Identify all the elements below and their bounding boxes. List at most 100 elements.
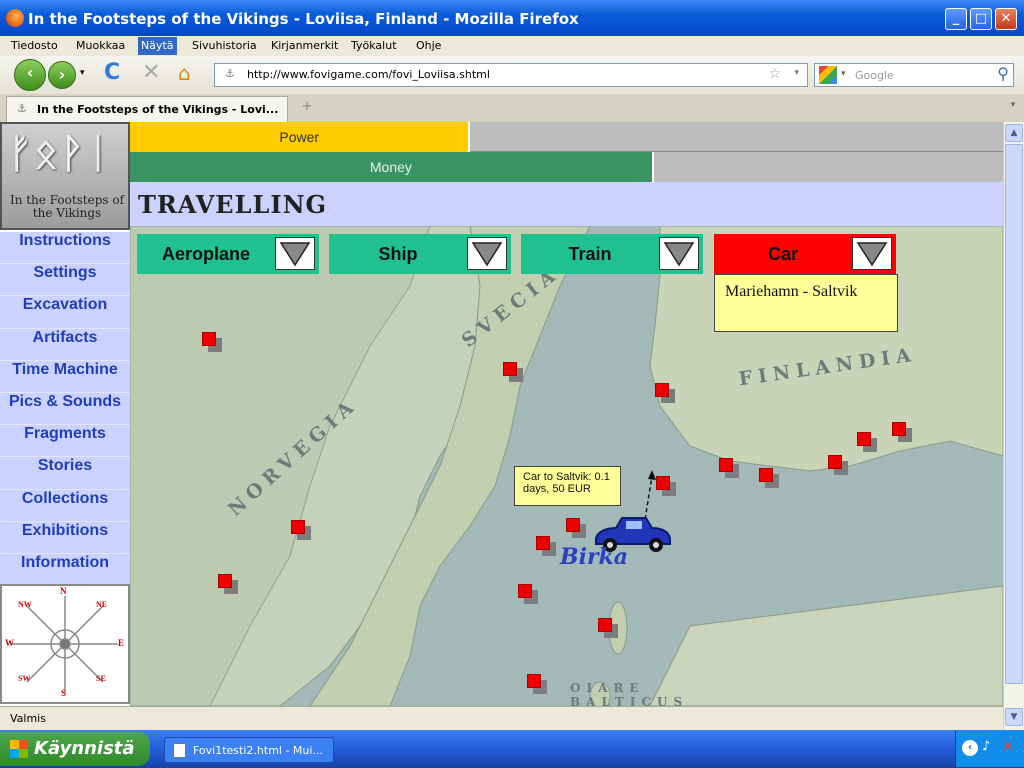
travel-tooltip: Car to Saltvik: 0.1 days, 50 EUR [514, 466, 621, 506]
search-icon[interactable]: ⚲ [997, 64, 1009, 83]
car-dropdown-icon[interactable] [852, 237, 892, 270]
transport-car[interactable]: Car [714, 234, 896, 274]
menu-exhibitions[interactable]: Exhibitions [0, 522, 130, 554]
scrollbar-thumb[interactable] [1005, 144, 1023, 684]
map-location-marker[interactable] [892, 422, 912, 442]
tab-page-icon: ⚓ [17, 102, 27, 115]
map-location-marker[interactable] [202, 332, 222, 352]
address-bar[interactable]: ⚓ http://www.fovigame.com/fovi_Loviisa.s… [214, 63, 808, 87]
tab-active[interactable]: ⚓ In the Footsteps of the Vikings - Lovi… [6, 96, 288, 122]
title-band: TRAVELLING [130, 182, 1003, 226]
map-location-marker[interactable] [291, 520, 311, 540]
history-dropdown-icon[interactable]: ▾ [80, 68, 85, 78]
map-location-marker[interactable] [719, 458, 739, 478]
stop-icon[interactable]: ✕ [142, 60, 160, 85]
scroll-down-icon[interactable]: ▼ [1005, 708, 1023, 726]
search-input[interactable]: ▾ Google ⚲ [814, 63, 1014, 87]
train-dropdown-icon[interactable] [659, 237, 699, 270]
taskbar-item[interactable]: Fovi1testi2.html - Mui... [164, 737, 334, 763]
compass-se: SE [96, 674, 106, 683]
map-location-marker[interactable] [828, 455, 848, 475]
menu-fragments[interactable]: Fragments [0, 425, 130, 458]
compass-n: N [60, 586, 67, 596]
map-location-marker[interactable] [503, 362, 523, 382]
car-route-box[interactable]: Mariehamn - Saltvik [714, 274, 898, 332]
triangle-down-icon [279, 242, 311, 267]
taskbar-item-label: Fovi1testi2.html - Mui... [193, 744, 323, 757]
forward-icon[interactable]: › [48, 61, 76, 89]
reload-icon[interactable]: C [104, 60, 120, 85]
compass-sw: SW [18, 674, 31, 683]
window-titlebar[interactable]: In the Footsteps of the Vikings - Loviis… [0, 0, 1024, 36]
compass-nw: NW [18, 600, 32, 609]
current-place-label: Birka [560, 544, 629, 570]
new-tab-icon[interactable]: + [292, 99, 322, 121]
menu-pics-sounds[interactable]: Pics & Sounds [0, 393, 130, 426]
map-location-marker[interactable] [536, 536, 556, 556]
volume-icon[interactable]: ♪ [982, 739, 990, 754]
menu-tyokalut[interactable]: Työkalut [351, 39, 397, 52]
google-icon[interactable] [819, 66, 837, 84]
map-location-marker[interactable] [566, 518, 586, 538]
map-area[interactable]: SVECIA FINLANDIA NORVEGIA OIARE BALTICUS… [130, 226, 1003, 706]
scroll-up-icon[interactable]: ▲ [1005, 124, 1023, 142]
menu-tiedosto[interactable]: Tiedosto [11, 39, 58, 52]
map-location-marker[interactable] [759, 468, 779, 488]
tab-list-dropdown-icon[interactable]: ▾ [1004, 100, 1022, 120]
logo-tagline: In the Footsteps of the Vikings [9, 193, 125, 220]
menu-instructions[interactable]: Instructions [0, 232, 130, 265]
fovi-logo[interactable]: ᚠᛟᚹᛁ In the Footsteps of the Vikings [0, 122, 130, 230]
ship-dropdown-icon[interactable] [467, 237, 507, 270]
url-dropdown-icon[interactable]: ▾ [794, 68, 799, 78]
aeroplane-dropdown-icon[interactable] [275, 237, 315, 270]
menu-excavation[interactable]: Excavation [0, 296, 130, 329]
menu-muokkaa[interactable]: Muokkaa [76, 39, 125, 52]
menu-settings[interactable]: Settings [0, 264, 130, 297]
transport-train[interactable]: Train [521, 234, 703, 274]
compass-ne: NE [96, 600, 108, 609]
transport-aeroplane[interactable]: Aeroplane [137, 234, 319, 274]
menu-time-machine[interactable]: Time Machine [0, 361, 130, 393]
transport-ship-label: Ship [378, 244, 418, 264]
document-icon [173, 743, 186, 758]
map-location-marker[interactable] [655, 383, 675, 403]
menu-artifacts[interactable]: Artifacts [0, 329, 130, 361]
map-location-marker[interactable] [656, 476, 676, 496]
back-icon[interactable]: ‹ [14, 59, 46, 91]
page-title: TRAVELLING [138, 190, 328, 219]
minimize-button[interactable]: _ [945, 8, 967, 30]
maximize-button[interactable]: □ [970, 8, 992, 30]
menu-kirjanmerkit[interactable]: Kirjanmerkit [271, 39, 338, 52]
tray-arrow-icon[interactable]: ‹ [962, 740, 978, 756]
status-bar: Valmis [0, 706, 1003, 730]
url-text: http://www.fovigame.com/fovi_Loviisa.sht… [247, 68, 490, 81]
map-location-marker[interactable] [518, 584, 538, 604]
start-button[interactable]: Käynnistä [0, 732, 150, 766]
vertical-scrollbar[interactable]: ▲ ▼ [1003, 122, 1024, 730]
menu-collections[interactable]: Collections [0, 490, 130, 522]
map-location-marker[interactable] [218, 574, 238, 594]
search-engine-dropdown-icon[interactable]: ▾ [841, 69, 846, 79]
menu-information[interactable]: Information [0, 554, 130, 587]
menu-nayta[interactable]: Näytä [138, 37, 177, 55]
close-button[interactable]: ✕ [995, 8, 1017, 30]
triangle-down-icon [856, 242, 888, 267]
map-location-marker[interactable] [598, 618, 618, 638]
search-placeholder: Google [855, 69, 894, 82]
start-label: Käynnistä [34, 738, 135, 759]
taskbar [0, 730, 1024, 768]
bookmark-star-icon[interactable]: ☆ [768, 66, 781, 82]
transport-ship[interactable]: Ship [329, 234, 511, 274]
transport-train-label: Train [568, 244, 612, 264]
map-location-marker[interactable] [527, 674, 547, 694]
money-meter: Money [130, 152, 1003, 182]
home-icon[interactable]: ⌂ [178, 61, 191, 85]
menu-stories[interactable]: Stories [0, 457, 130, 490]
page-icon: ⚓ [225, 67, 235, 80]
map-location-marker[interactable] [857, 432, 877, 452]
menu-ohje[interactable]: Ohje [416, 39, 441, 52]
compass-rose: N S E W NW NE SW SE [0, 584, 130, 704]
security-alert-icon[interactable]: ✕ [1002, 739, 1014, 755]
menu-sivuhistoria[interactable]: Sivuhistoria [192, 39, 257, 52]
compass-e: E [118, 638, 125, 648]
